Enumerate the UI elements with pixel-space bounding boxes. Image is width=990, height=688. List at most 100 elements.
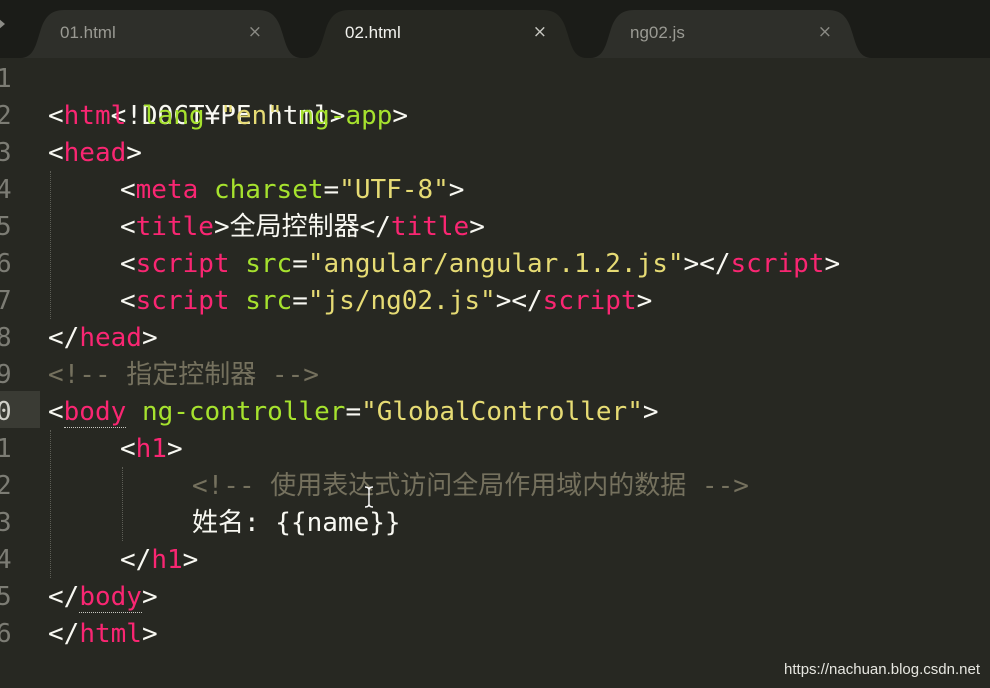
code-line-9: <!-- 指定控制器 --> <box>48 357 319 394</box>
code-line-15: </body> <box>48 579 158 616</box>
attribute-value: "UTF-8" <box>339 175 449 205</box>
code-line-10: <body ng-controller="GlobalController"> <box>48 394 659 431</box>
equals: = <box>204 101 221 131</box>
attribute-value: "GlobalController" <box>361 397 643 427</box>
close-icon[interactable]: × <box>818 22 832 42</box>
bracket: > <box>448 175 465 205</box>
attribute-name: ng-controller <box>141 397 346 427</box>
tag-name: title <box>390 212 470 242</box>
bracket: > <box>141 619 158 649</box>
bracket: < <box>120 249 136 279</box>
tab-label: 01.html <box>60 23 116 42</box>
attribute-name: src <box>245 249 293 279</box>
tag-name: title <box>135 212 214 242</box>
code-line-14: </h1> <box>120 542 198 579</box>
expression-text: 姓名: {{name}} <box>192 508 401 538</box>
close-icon[interactable]: × <box>248 22 262 42</box>
tab-01-html[interactable]: 01.html × <box>20 10 302 58</box>
line-number: 1 <box>0 434 12 464</box>
tab-label: ng02.js <box>630 23 685 42</box>
title-text: 全局控制器 <box>229 212 360 242</box>
line-number: 6 <box>0 249 12 279</box>
indent-guide <box>50 171 51 319</box>
code-line-1: <!DOCTYPE html> <box>48 61 346 131</box>
bracket: > <box>495 286 512 316</box>
tab-scroll-left-icon[interactable] <box>0 18 5 30</box>
tag-name: h1 <box>135 434 167 464</box>
line-number: 3 <box>0 508 12 538</box>
bracket: > <box>824 249 841 279</box>
tag-name: meta <box>135 175 199 205</box>
equals: = <box>323 175 340 205</box>
bracket: > <box>683 249 700 279</box>
code-line-13: 姓名: {{name}} <box>192 505 401 542</box>
bracket: > <box>141 323 158 353</box>
attribute-value: "js/ng02.js" <box>307 286 496 316</box>
line-number: 2 <box>0 471 12 501</box>
tag-name: script <box>542 286 637 316</box>
bracket: < <box>120 212 136 242</box>
code-editor[interactable]: 1 2 3 4 5 6 7 8 9 0 1 2 3 4 5 6 <!DOCTYP… <box>0 58 990 688</box>
watermark: https://nachuan.blog.csdn.net <box>784 661 980 678</box>
bracket: </ <box>699 249 731 279</box>
tab-ng02-js[interactable]: ng02.js × <box>590 10 872 58</box>
bracket: > <box>126 138 142 168</box>
bracket: < <box>120 434 136 464</box>
tab-bar: 01.html × ng02.js × 02.html × <box>0 0 990 58</box>
bracket: </ <box>48 582 80 612</box>
code-line-7: <script src="js/ng02.js"></script> <box>120 283 652 320</box>
indent-guide <box>122 467 123 541</box>
line-number: 5 <box>0 582 12 612</box>
tag-name: h1 <box>151 545 183 575</box>
bracket: > <box>182 545 199 575</box>
equals: = <box>292 249 308 279</box>
attribute-value: "en" <box>220 101 283 131</box>
tag-name: head <box>63 138 127 168</box>
code-line-5: <title>全局控制器</title> <box>120 209 485 246</box>
ibeam-cursor-icon <box>364 486 374 508</box>
bracket: > <box>141 582 158 612</box>
tag-name: head <box>79 323 142 353</box>
indent-guide <box>50 430 51 578</box>
bracket: < <box>48 101 64 131</box>
equals: = <box>292 286 308 316</box>
attribute-value: "angular/angular.1.2.js" <box>307 249 684 279</box>
tab-02-html[interactable]: 02.html × <box>305 10 587 58</box>
bracket: < <box>48 138 64 168</box>
attribute-name: src <box>245 286 293 316</box>
bracket: </ <box>511 286 543 316</box>
bracket: < <box>120 175 136 205</box>
bracket: </ <box>48 619 80 649</box>
equals: = <box>345 397 362 427</box>
code-line-6: <script src="angular/angular.1.2.js"></s… <box>120 246 840 283</box>
bracket: < <box>120 286 136 316</box>
bracket: > <box>642 397 659 427</box>
code-line-12: <!-- 使用表达式访问全局作用域内的数据 --> <box>192 468 749 505</box>
bracket: </ <box>48 323 80 353</box>
bracket: > <box>213 212 230 242</box>
close-icon[interactable]: × <box>533 22 547 42</box>
tag-name: html <box>79 619 142 649</box>
bracket: > <box>636 286 653 316</box>
code-line-16: </html> <box>48 616 158 653</box>
code-line-8: </head> <box>48 320 158 357</box>
line-number: 9 <box>0 360 12 390</box>
line-number: 3 <box>0 138 12 168</box>
line-number: 2 <box>0 101 12 131</box>
line-number: 4 <box>0 175 12 205</box>
line-number: 6 <box>0 619 12 649</box>
line-number: 4 <box>0 545 12 575</box>
bracket: </ <box>120 545 152 575</box>
code-line-2: <html lang="en" ng-app> <box>48 98 408 135</box>
bracket: </ <box>359 212 391 242</box>
code-comment: <!-- 指定控制器 --> <box>48 360 319 390</box>
tab-label: 02.html <box>345 23 401 42</box>
tag-name: script <box>135 249 230 279</box>
bracket: > <box>469 212 485 242</box>
attribute-name: lang <box>141 101 205 131</box>
